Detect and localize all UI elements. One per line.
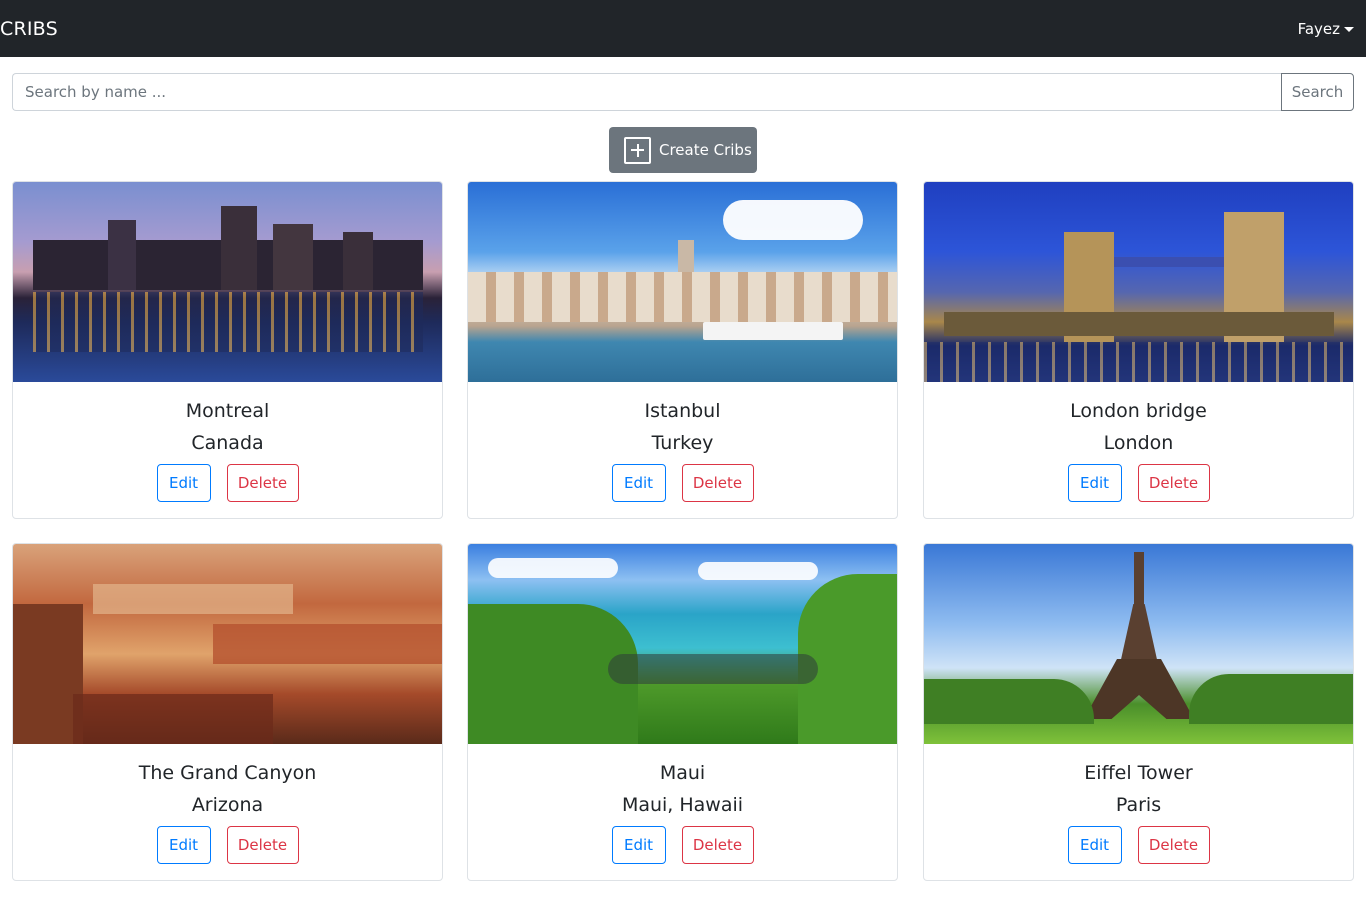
brand-logo[interactable]: CRIBS [0, 18, 58, 40]
delete-button[interactable]: Delete [1137, 826, 1210, 864]
crib-image-maui [468, 544, 897, 744]
crib-title: London bridge [1070, 400, 1207, 422]
edit-button[interactable]: Edit [156, 464, 211, 502]
edit-button[interactable]: Edit [611, 826, 666, 864]
crib-location: Maui, Hawaii [621, 794, 744, 816]
delete-button[interactable]: Delete [681, 464, 754, 502]
crib-card: Montreal Canada Edit Delete [12, 181, 443, 519]
caret-down-icon [1344, 27, 1354, 32]
crib-card: London bridge London Edit Delete [923, 181, 1354, 519]
crib-card: Istanbul Turkey Edit Delete [467, 181, 898, 519]
edit-button[interactable]: Edit [156, 826, 211, 864]
create-cribs-button[interactable]: Create Cribs [609, 127, 757, 173]
crib-title: Montreal [185, 400, 270, 422]
create-cribs-label: Create Cribs [659, 141, 752, 159]
crib-card: Eiffel Tower Paris Edit Delete [923, 543, 1354, 881]
delete-button[interactable]: Delete [226, 464, 299, 502]
delete-button[interactable]: Delete [1137, 464, 1210, 502]
crib-image-london-bridge [924, 182, 1353, 382]
search-bar: Search [12, 73, 1354, 111]
crib-location: Paris [1115, 794, 1162, 816]
crib-title: Eiffel Tower [1084, 762, 1193, 784]
top-navbar: CRIBS Fayez [0, 0, 1366, 57]
crib-image-eiffel-tower [924, 544, 1353, 744]
edit-button[interactable]: Edit [611, 464, 666, 502]
crib-image-grand-canyon [13, 544, 442, 744]
delete-button[interactable]: Delete [681, 826, 754, 864]
crib-title: Istanbul [644, 400, 721, 422]
search-input[interactable] [12, 73, 1281, 111]
crib-location: London [1103, 432, 1174, 454]
crib-image-istanbul [468, 182, 897, 382]
crib-location: Arizona [191, 794, 264, 816]
delete-button[interactable]: Delete [226, 826, 299, 864]
crib-location: Canada [191, 432, 264, 454]
search-button[interactable]: Search [1281, 73, 1354, 111]
crib-card: The Grand Canyon Arizona Edit Delete [12, 543, 443, 881]
crib-title: Maui [659, 762, 706, 784]
crib-card: Maui Maui, Hawaii Edit Delete [467, 543, 898, 881]
crib-title: The Grand Canyon [138, 762, 317, 784]
crib-location: Turkey [651, 432, 714, 454]
user-dropdown[interactable]: Fayez [1298, 20, 1366, 38]
user-name: Fayez [1297, 19, 1340, 38]
edit-button[interactable]: Edit [1067, 464, 1122, 502]
edit-button[interactable]: Edit [1067, 826, 1122, 864]
plus-square-icon [624, 136, 651, 164]
crib-image-montreal [13, 182, 442, 382]
